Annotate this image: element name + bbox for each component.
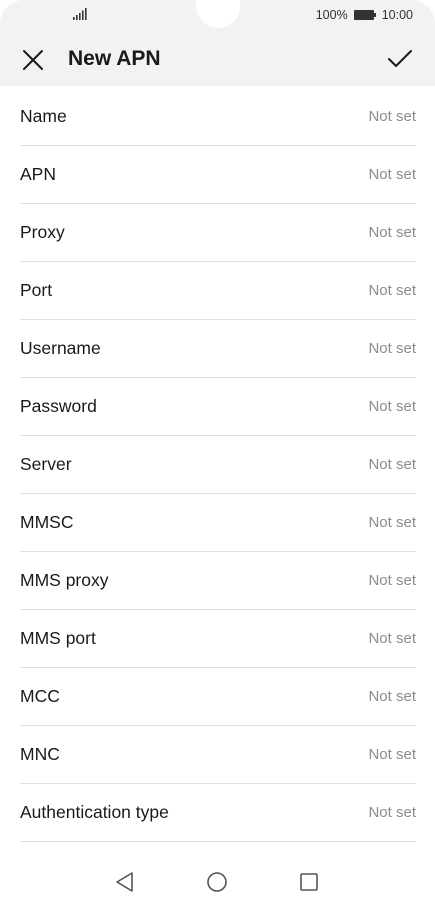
field-value: Not set — [368, 514, 416, 531]
screen: 100% 10:00 New APN Name Not set APN Not … — [0, 0, 435, 904]
battery-percent: 100% — [315, 8, 348, 22]
navigation-bar — [0, 858, 435, 904]
field-label: Server — [20, 454, 72, 474]
field-port[interactable]: Port Not set — [20, 262, 416, 320]
field-value: Not set — [368, 630, 416, 647]
apn-field-list: Name Not set APN Not set Proxy Not set P… — [20, 88, 416, 842]
field-value: Not set — [368, 572, 416, 589]
field-label: MMS proxy — [20, 570, 109, 590]
signal-icon — [73, 8, 87, 20]
field-label: Name — [20, 106, 67, 126]
field-mnc[interactable]: MNC Not set — [20, 726, 416, 784]
close-button[interactable] — [18, 45, 48, 75]
field-proxy[interactable]: Proxy Not set — [20, 204, 416, 262]
toolbar: New APN — [0, 34, 435, 84]
field-label: MCC — [20, 686, 60, 706]
header: 100% 10:00 New APN — [0, 0, 435, 86]
field-value: Not set — [368, 340, 416, 357]
status-right: 100% 10:00 — [316, 6, 413, 24]
field-label: MMSC — [20, 512, 74, 532]
field-password[interactable]: Password Not set — [20, 378, 416, 436]
recents-icon[interactable] — [297, 870, 321, 894]
field-server[interactable]: Server Not set — [20, 436, 416, 494]
field-value: Not set — [368, 688, 416, 705]
field-label: Username — [20, 338, 101, 358]
field-label: Authentication type — [20, 802, 169, 822]
field-value: Not set — [368, 746, 416, 763]
field-mms-proxy[interactable]: MMS proxy Not set — [20, 552, 416, 610]
camera-notch — [196, 0, 240, 28]
close-icon — [23, 50, 43, 70]
save-button[interactable] — [385, 44, 415, 74]
field-label: Port — [20, 280, 53, 300]
field-mms-port[interactable]: MMS port Not set — [20, 610, 416, 668]
field-value: Not set — [368, 224, 416, 241]
field-value: Not set — [368, 456, 416, 473]
field-label: Proxy — [20, 222, 65, 242]
field-name[interactable]: Name Not set — [20, 88, 416, 146]
battery-icon — [353, 10, 376, 20]
field-username[interactable]: Username Not set — [20, 320, 416, 378]
field-label: Password — [20, 396, 97, 416]
field-authentication-type[interactable]: Authentication type Not set — [20, 784, 416, 842]
home-icon[interactable] — [205, 870, 229, 894]
field-value: Not set — [368, 398, 416, 415]
field-value: Not set — [368, 804, 416, 821]
back-icon[interactable] — [113, 870, 137, 894]
field-value: Not set — [368, 282, 416, 299]
checkmark-icon — [388, 50, 412, 67]
field-value: Not set — [368, 166, 416, 183]
field-label: APN — [20, 164, 56, 184]
clock: 10:00 — [381, 8, 413, 22]
field-value: Not set — [368, 108, 416, 125]
field-mmsc[interactable]: MMSC Not set — [20, 494, 416, 552]
field-apn[interactable]: APN Not set — [20, 146, 416, 204]
field-label: MNC — [20, 744, 60, 764]
field-mcc[interactable]: MCC Not set — [20, 668, 416, 726]
field-label: MMS port — [20, 628, 96, 648]
page-title: New APN — [68, 47, 161, 70]
